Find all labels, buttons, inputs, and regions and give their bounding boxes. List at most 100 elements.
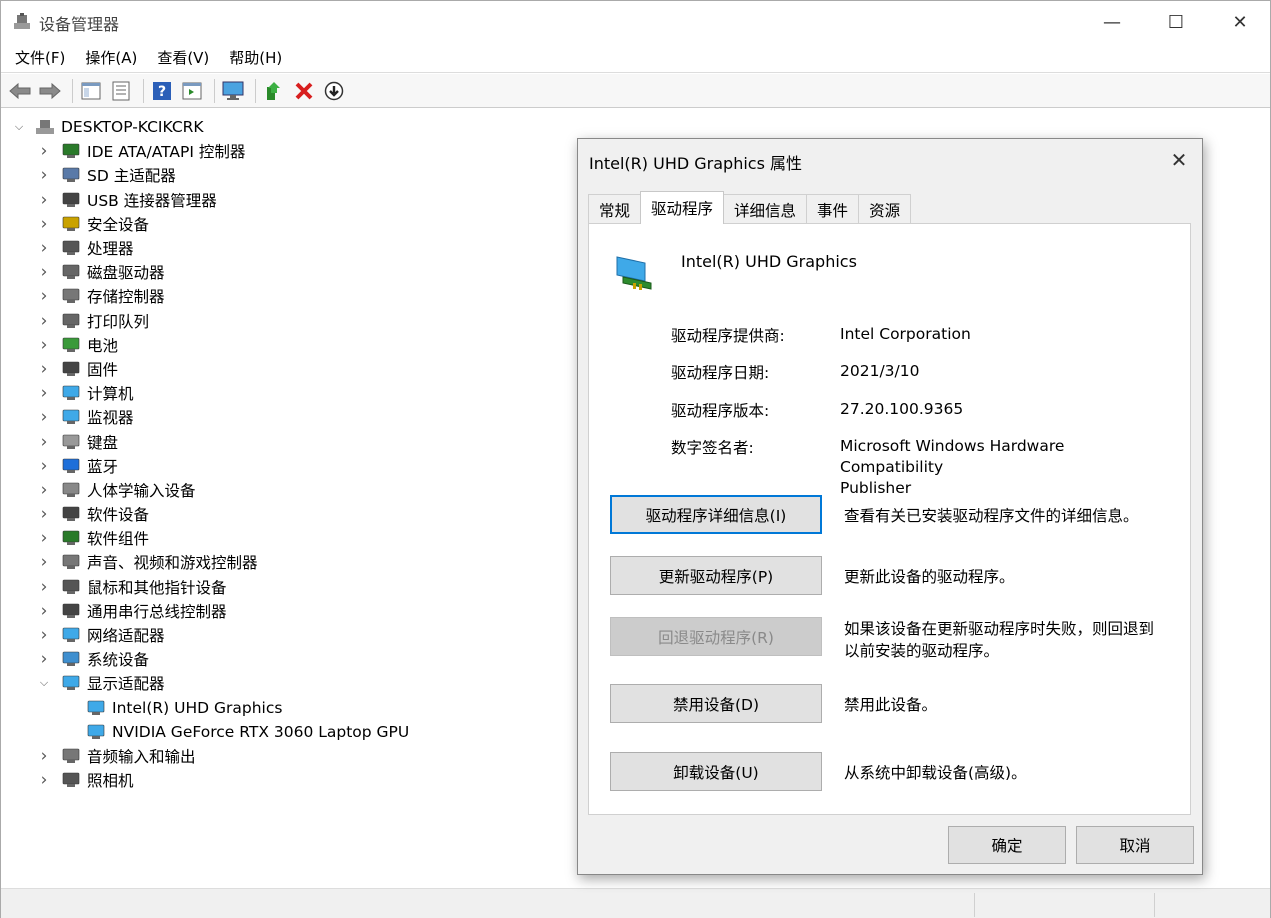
- chevron-right-icon[interactable]: ›: [36, 190, 52, 210]
- tree-category-label: 声音、视频和游戏控制器: [87, 554, 258, 573]
- cancel-button[interactable]: 取消: [1076, 826, 1194, 864]
- chevron-right-icon[interactable]: ›: [36, 141, 52, 161]
- status-separator: [1154, 893, 1155, 917]
- menu-help[interactable]: 帮助(H): [221, 47, 290, 68]
- chevron-right-icon[interactable]: ›: [36, 383, 52, 403]
- software-component-icon: [61, 529, 81, 547]
- date-label: 驱动程序日期:: [671, 364, 770, 382]
- driver-details-button[interactable]: 驱动程序详细信息(I): [610, 495, 822, 534]
- chevron-right-icon[interactable]: ›: [36, 528, 52, 548]
- display-adapter-icon: [86, 723, 106, 741]
- signer-value-line1: Microsoft Windows Hardware Compatibility: [840, 437, 1065, 476]
- maximize-icon: ☐: [1167, 11, 1185, 33]
- security-device-icon: [61, 215, 81, 233]
- tree-category-label: 通用串行总线控制器: [87, 602, 227, 621]
- storage-controller-icon: [61, 287, 81, 305]
- tab-resources[interactable]: 资源: [858, 194, 912, 224]
- chevron-right-icon[interactable]: ›: [36, 262, 52, 282]
- tree-device-label: Intel(R) UHD Graphics: [112, 698, 283, 717]
- menu-file[interactable]: 文件(F): [7, 47, 73, 68]
- ok-button[interactable]: 确定: [948, 826, 1066, 864]
- chevron-right-icon[interactable]: ›: [36, 480, 52, 500]
- chevron-right-icon[interactable]: ›: [36, 238, 52, 258]
- tree-category-label: IDE ATA/ATAPI 控制器: [87, 143, 246, 162]
- chevron-right-icon[interactable]: ›: [36, 770, 52, 790]
- chevron-right-icon[interactable]: ›: [36, 432, 52, 452]
- chevron-down-icon[interactable]: ⌵: [36, 676, 52, 690]
- chevron-right-icon[interactable]: ›: [36, 286, 52, 306]
- menu-action[interactable]: 操作(A): [77, 47, 145, 68]
- properties-dialog: Intel(R) UHD Graphics 属性 ✕ 常规 驱动程序 详细信息 …: [577, 138, 1203, 875]
- uninstall-device-button[interactable]: 卸载设备(U): [610, 752, 822, 791]
- network-adapter-icon: [61, 626, 81, 644]
- display-adapter-icon: [613, 249, 655, 291]
- dialog-close-button[interactable]: ✕: [1162, 145, 1196, 175]
- dialog-tabs: 常规 驱动程序 详细信息 事件 资源: [588, 191, 912, 224]
- tree-category-label: 固件: [87, 360, 119, 379]
- tab-driver[interactable]: 驱动程序: [640, 191, 725, 224]
- action-pane-icon: [182, 82, 202, 99]
- help-button[interactable]: ?: [149, 78, 175, 104]
- close-icon: ✕: [1170, 148, 1188, 172]
- scan-hardware-button[interactable]: [220, 78, 246, 104]
- tree-category-label: 监视器: [87, 409, 134, 428]
- display-adapter-icon: [86, 699, 106, 717]
- usb-controller-icon: [61, 602, 81, 620]
- toolbar: ?: [1, 74, 1270, 108]
- help-icon: ?: [153, 81, 171, 100]
- menu-view[interactable]: 查看(V): [149, 47, 217, 68]
- chevron-down-icon[interactable]: ⌵: [11, 120, 27, 134]
- disable-device-button[interactable]: [321, 78, 347, 104]
- tree-root[interactable]: ⌵ DESKTOP-KCIKCRK: [1, 115, 1271, 139]
- uninstall-device-desc: 从系统中卸载设备(高级)。: [844, 764, 1027, 782]
- tree-category-label: 存储控制器: [87, 288, 165, 307]
- tree-category-label: 系统设备: [87, 651, 150, 670]
- update-driver-button[interactable]: 更新驱动程序(P): [610, 556, 822, 595]
- device-manager-app-icon: [12, 12, 32, 32]
- scan-hardware-icon: [222, 81, 244, 100]
- uninstall-button[interactable]: [291, 78, 317, 104]
- chevron-right-icon[interactable]: ›: [36, 601, 52, 621]
- forward-button[interactable]: [37, 78, 63, 104]
- properties-button[interactable]: [108, 78, 134, 104]
- tree-category-label: 磁盘驱动器: [87, 264, 165, 283]
- chevron-right-icon[interactable]: ›: [36, 359, 52, 379]
- tab-events[interactable]: 事件: [806, 194, 860, 224]
- close-button[interactable]: ✕: [1208, 1, 1271, 43]
- toolbar-separator: [143, 78, 144, 103]
- tree-category-label: 鼠标和其他指针设备: [87, 578, 227, 597]
- update-driver-desc: 更新此设备的驱动程序。: [844, 568, 1015, 586]
- device-name: Intel(R) UHD Graphics: [681, 252, 857, 271]
- computer-icon: [61, 384, 81, 402]
- rollback-driver-button[interactable]: 回退驱动程序(R): [610, 617, 822, 656]
- tree-category-label: 处理器: [87, 240, 134, 259]
- maximize-button[interactable]: ☐: [1144, 1, 1208, 43]
- chevron-right-icon[interactable]: ›: [36, 407, 52, 427]
- usb-icon: [61, 191, 81, 209]
- tree-device-label: NVIDIA GeForce RTX 3060 Laptop GPU: [112, 722, 410, 741]
- chevron-right-icon[interactable]: ›: [36, 746, 52, 766]
- chevron-right-icon[interactable]: ›: [36, 552, 52, 572]
- chevron-right-icon[interactable]: ›: [36, 504, 52, 524]
- chevron-right-icon[interactable]: ›: [36, 311, 52, 331]
- action-pane-button[interactable]: [179, 78, 205, 104]
- chevron-right-icon[interactable]: ›: [36, 214, 52, 234]
- chevron-right-icon[interactable]: ›: [36, 625, 52, 645]
- show-hide-console-tree-button[interactable]: [78, 78, 104, 104]
- chevron-right-icon[interactable]: ›: [36, 649, 52, 669]
- toolbar-separator: [255, 78, 256, 103]
- chevron-right-icon[interactable]: ›: [36, 456, 52, 476]
- chevron-right-icon[interactable]: ›: [36, 335, 52, 355]
- tree-root-label: DESKTOP-KCIKCRK: [61, 118, 204, 137]
- tab-details[interactable]: 详细信息: [723, 194, 808, 224]
- processor-icon: [61, 239, 81, 257]
- svg-text:?: ?: [158, 84, 166, 100]
- update-driver-button[interactable]: [261, 78, 287, 104]
- chevron-right-icon[interactable]: ›: [36, 577, 52, 597]
- disable-device-button[interactable]: 禁用设备(D): [610, 684, 822, 723]
- tab-general[interactable]: 常规: [588, 194, 642, 224]
- status-bar: [1, 888, 1270, 918]
- minimize-button[interactable]: —: [1080, 1, 1144, 43]
- back-button[interactable]: [7, 78, 33, 104]
- chevron-right-icon[interactable]: ›: [36, 165, 52, 185]
